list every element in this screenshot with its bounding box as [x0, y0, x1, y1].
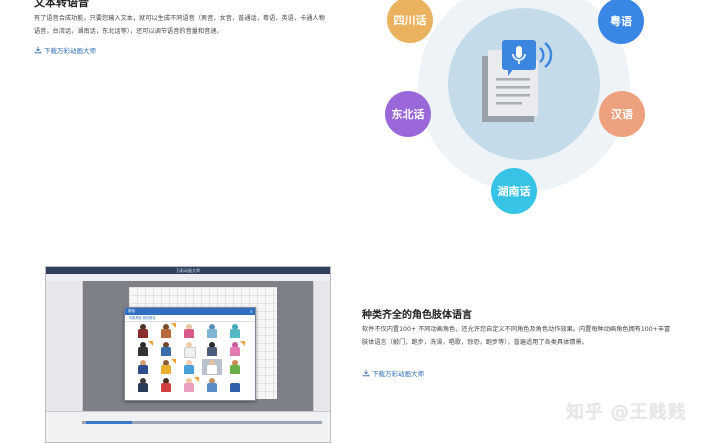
character-thumbnail[interactable]: [156, 341, 176, 357]
character-thumbnail-selected[interactable]: [202, 359, 222, 375]
scene-panel: [46, 281, 83, 411]
character-thumbnail[interactable]: [133, 359, 153, 375]
character-thumbnail[interactable]: [225, 377, 245, 393]
character-thumbnail[interactable]: [202, 377, 222, 393]
microphone-icon: [502, 40, 553, 76]
download-icon: [34, 46, 42, 54]
window-titlebar: 万彩动画大师: [46, 267, 330, 274]
timeline-clip[interactable]: [86, 421, 132, 424]
dialog-header: 角色 ×: [125, 308, 255, 315]
dialect-label: 汉语: [611, 108, 633, 121]
tool-panel: [313, 281, 330, 411]
download-link-roles[interactable]: 下载万彩动画大师: [362, 368, 424, 378]
character-thumbnail[interactable]: [133, 323, 153, 339]
dialect-label: 湖南话: [497, 185, 531, 198]
character-thumbnail[interactable]: [225, 341, 245, 357]
character-thumbnail[interactable]: [202, 323, 222, 339]
dialog-title: 角色: [128, 309, 136, 313]
dialect-bubble-dongbei: 东北话: [385, 91, 431, 137]
download-link-label: 下载万彩动画大师: [44, 47, 96, 55]
watermark: 知乎 @王贱贱: [566, 402, 687, 423]
character-thumbnail[interactable]: [225, 359, 245, 375]
dialog-tabs[interactable]: 内置角色 我的角色: [125, 315, 255, 322]
download-icon: [362, 369, 370, 377]
dialect-bubble-sichuan: 四川话: [387, 0, 433, 43]
close-icon[interactable]: ×: [250, 308, 253, 315]
character-thumbnail[interactable]: [156, 377, 176, 393]
character-thumbnail[interactable]: [179, 377, 199, 393]
character-grid: [133, 323, 247, 393]
dialect-label: 粤语: [610, 15, 632, 28]
download-link-label: 下载万彩动画大师: [372, 370, 424, 378]
character-thumbnail[interactable]: [179, 341, 199, 358]
character-thumbnail[interactable]: [179, 323, 199, 339]
dialect-bubble-cantonese: 粤语: [598, 0, 644, 44]
character-dialog: 角色 × 内置角色 我的角色: [124, 307, 256, 401]
roles-title: 种类齐全的角色肢体语言: [362, 310, 472, 321]
download-link-tts[interactable]: 下载万彩动画大师: [34, 45, 96, 55]
window-title: 万彩动画大师: [176, 268, 200, 273]
character-thumbnail[interactable]: [133, 377, 153, 393]
tts-description: 有了语音合成功能，只要您输入文本，就可以生成不同语音（男音，女音，普通话，粤语，…: [34, 15, 325, 35]
timeline-panel: [46, 411, 330, 442]
sound-wave-icon: [539, 42, 553, 68]
dialect-label: 四川话: [393, 14, 427, 27]
roles-description: 软件不仅内置100+ 不同动画角色，还允许您自定义不同角色及角色动作效果。内置每…: [362, 326, 671, 346]
character-thumbnail[interactable]: [156, 359, 176, 375]
dialect-bubble-mandarin: 汉语: [599, 91, 645, 137]
character-thumbnail[interactable]: [202, 341, 222, 357]
tts-title: 文本转语音: [34, 0, 89, 9]
character-thumbnail[interactable]: [133, 341, 153, 357]
dialect-label: 东北话: [391, 108, 425, 121]
dialect-bubble-hunan: 湖南话: [491, 168, 537, 214]
character-thumbnail[interactable]: [179, 359, 199, 375]
character-thumbnail[interactable]: [225, 323, 245, 339]
character-thumbnail[interactable]: [156, 323, 176, 339]
